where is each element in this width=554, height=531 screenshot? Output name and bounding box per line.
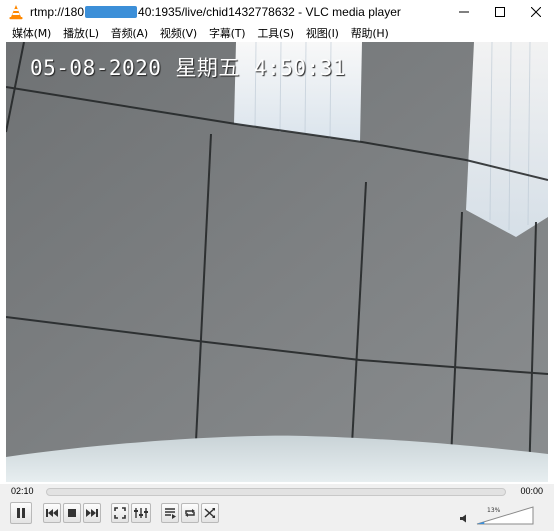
window-title-prefix: rtmp://180 — [30, 5, 85, 19]
next-icon — [86, 509, 98, 517]
fullscreen-icon — [114, 507, 126, 519]
menu-media[interactable]: 媒体(M) — [6, 25, 57, 41]
seek-row: 02:10 00:00 — [0, 484, 554, 500]
menu-tools[interactable]: 工具(S) — [251, 25, 300, 41]
extended-settings-button[interactable] — [131, 503, 151, 523]
previous-icon — [46, 509, 58, 517]
menu-help[interactable]: 帮助(H) — [345, 25, 395, 41]
stop-button[interactable] — [63, 503, 81, 523]
shuffle-button[interactable] — [201, 503, 219, 523]
osd-time: 4:50:31 — [253, 56, 346, 80]
osd-weekday: 星期五 — [175, 56, 240, 80]
osd-date: 05-08-2020 — [30, 56, 162, 80]
control-bar: 13% — [0, 500, 554, 531]
previous-button[interactable] — [43, 503, 61, 523]
pause-button[interactable] — [10, 502, 32, 524]
shuffle-icon — [204, 508, 215, 518]
menu-subtitle[interactable]: 字幕(T) — [203, 25, 251, 41]
video-area[interactable]: 05-08-2020 星期五 4:50:31 — [6, 42, 548, 482]
maximize-icon — [495, 7, 505, 17]
menu-audio[interactable]: 音频(A) — [105, 25, 154, 41]
seek-slider[interactable] — [46, 488, 506, 496]
next-button[interactable] — [83, 503, 101, 523]
menu-playback[interactable]: 播放(L) — [57, 25, 105, 41]
playlist-icon — [165, 508, 176, 519]
total-time[interactable]: 00:00 — [520, 486, 543, 496]
maximize-button[interactable] — [482, 0, 518, 24]
menu-view[interactable]: 视图(I) — [300, 25, 345, 41]
minimize-button[interactable] — [446, 0, 482, 24]
osd-timestamp: 05-08-2020 星期五 4:50:31 — [30, 52, 360, 82]
close-button[interactable] — [518, 0, 554, 24]
window-title-suffix: 40:1935/live/chid1432778632 - VLC media … — [138, 5, 401, 19]
fullscreen-button[interactable] — [111, 503, 129, 523]
menu-bar: 媒体(M) 播放(L) 音频(A) 视频(V) 字幕(T) 工具(S) 视图(I… — [0, 24, 554, 42]
volume-slider[interactable] — [476, 505, 534, 525]
vlc-cone-icon — [8, 4, 24, 20]
close-icon — [531, 7, 541, 17]
stop-icon — [68, 509, 76, 517]
volume-percent: 13% — [487, 507, 501, 514]
loop-icon — [185, 509, 195, 517]
loop-button[interactable] — [181, 503, 199, 523]
minimize-icon — [459, 11, 469, 13]
pause-icon — [17, 508, 25, 518]
elapsed-time[interactable]: 02:10 — [11, 486, 34, 496]
title-bar[interactable]: rtmp://180 40:1935/live/chid1432778632 - … — [0, 0, 554, 24]
speaker-icon[interactable] — [460, 512, 469, 526]
redaction-mark — [85, 6, 138, 18]
video-frame — [6, 42, 548, 482]
equalizer-icon — [134, 508, 148, 518]
menu-video[interactable]: 视频(V) — [154, 25, 203, 41]
playlist-button[interactable] — [161, 503, 179, 523]
window-title: rtmp://180 40:1935/live/chid1432778632 - … — [30, 5, 401, 19]
